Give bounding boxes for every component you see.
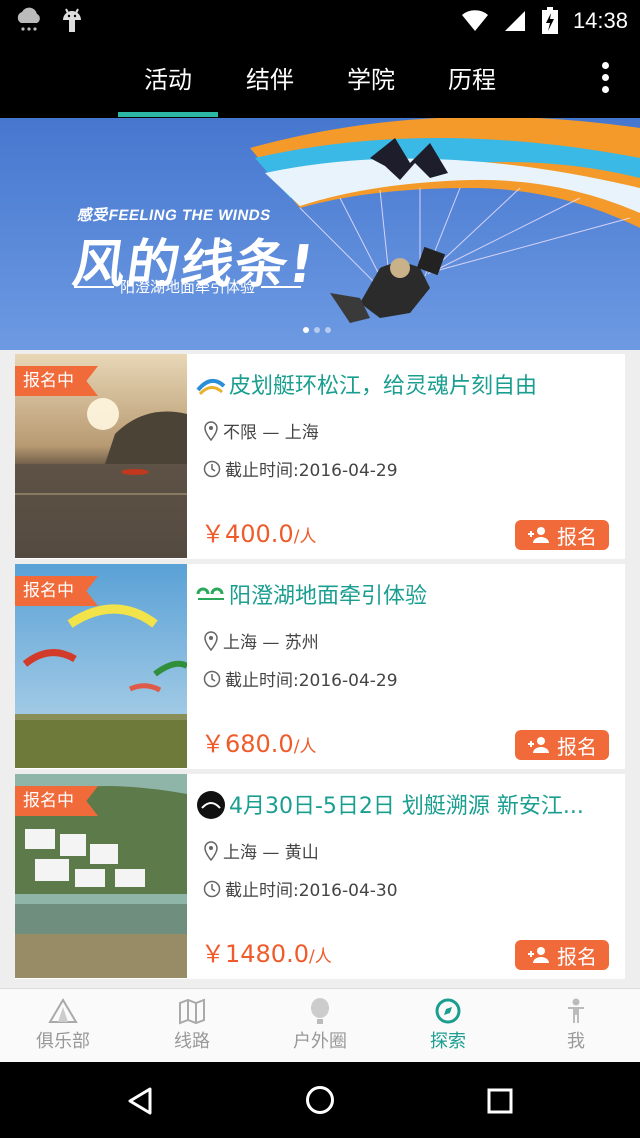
carousel-indicator <box>303 327 331 333</box>
carousel-dot <box>314 327 320 333</box>
activity-deadline: 截止时间:2016-04-29 <box>225 461 398 481</box>
nav-routes[interactable]: 线路 <box>137 997 247 1053</box>
tab-academy[interactable]: 学院 <box>321 60 421 118</box>
location-pin-icon <box>204 630 218 651</box>
price-value: ￥1480.0 <box>201 940 309 968</box>
person-icon <box>568 998 584 1023</box>
location-pin-icon <box>204 840 218 861</box>
top-tab-bar: 活动 结伴 学院 历程 <box>0 42 640 118</box>
activity-location-row: 上海 — 苏州 <box>203 628 319 653</box>
tab-activity[interactable]: 活动 <box>118 60 218 118</box>
carousel-dot <box>303 327 309 333</box>
activity-thumbnail: 报名中 <box>15 774 187 978</box>
carousel-dot <box>325 327 331 333</box>
signup-button[interactable]: 报名 <box>515 940 609 970</box>
price-unit: /人 <box>293 527 317 547</box>
club-logo-icon <box>197 791 225 819</box>
divider <box>261 285 302 288</box>
activity-location-row: 上海 — 黄山 <box>203 838 319 863</box>
map-icon <box>179 998 205 1025</box>
activity-location: 上海 — 黄山 <box>223 843 319 863</box>
nav-label: 户外圈 <box>293 1031 347 1052</box>
nav-label: 线路 <box>174 1031 210 1052</box>
price-value: ￥680.0 <box>201 730 294 758</box>
system-nav-bar <box>0 1062 640 1138</box>
activity-deadline: 截止时间:2016-04-29 <box>225 671 398 691</box>
add-person-icon <box>528 947 549 963</box>
nav-label: 探索 <box>430 1031 466 1052</box>
price-value: ￥400.0 <box>201 520 294 548</box>
status-badge: 报名中 <box>15 576 98 606</box>
active-tab-indicator <box>118 112 218 117</box>
compass-icon <box>435 998 461 1024</box>
status-bar: 14:38 <box>0 0 640 42</box>
activity-deadline-row: 截止时间:2016-04-30 <box>203 876 398 901</box>
signup-label: 报名 <box>557 524 597 549</box>
home-icon[interactable] <box>304 1084 336 1116</box>
activity-title: 4月30日-5日2日 划艇溯源 新安江... <box>229 794 584 819</box>
signup-button[interactable]: 报名 <box>515 730 609 760</box>
activity-card[interactable]: 报名中 4月30日-5日2日 划艇溯源 新安江... 上海 — 黄山 截止时间:… <box>15 774 625 979</box>
activity-thumbnail: 报名中 <box>15 564 187 768</box>
clock: 14:38 <box>572 8 628 33</box>
activity-title: 阳澄湖地面牵引体验 <box>229 584 428 609</box>
price-unit: /人 <box>308 947 332 967</box>
tab-history[interactable]: 历程 <box>422 60 522 118</box>
activity-card[interactable]: 报名中 皮划艇环松江，给灵魂片刻自由 不限 — 上海 截止时间:2016-04-… <box>15 354 625 559</box>
nav-label: 我 <box>567 1031 585 1052</box>
activity-deadline: 截止时间:2016-04-30 <box>225 881 398 901</box>
signup-label: 报名 <box>557 944 597 969</box>
activity-location-row: 不限 — 上海 <box>203 418 319 443</box>
wifi-icon <box>461 10 488 31</box>
signup-button[interactable]: 报名 <box>515 520 609 550</box>
tent-icon <box>48 998 78 1023</box>
more-menu-icon[interactable] <box>602 62 610 94</box>
nav-me[interactable]: 我 <box>521 997 631 1053</box>
nav-club[interactable]: 俱乐部 <box>8 997 118 1053</box>
recents-icon[interactable] <box>486 1087 514 1115</box>
promo-banner[interactable]: 感受FEELING THE WINDS 风的线条! 阳澄湖地面牵引体验 <box>0 118 640 350</box>
activity-location: 上海 — 苏州 <box>223 633 319 653</box>
activity-price: ￥680.0/人 <box>201 724 316 759</box>
add-person-icon <box>528 527 549 543</box>
activity-price: ￥400.0/人 <box>201 514 316 549</box>
weather-icon <box>17 7 40 31</box>
signal-icon <box>504 11 525 31</box>
status-badge: 报名中 <box>15 366 98 396</box>
bottom-nav: 俱乐部 线路 户外圈 探索 我 <box>0 988 640 1062</box>
club-logo-icon <box>196 587 224 600</box>
status-badge: 报名中 <box>15 786 98 816</box>
clock-icon <box>203 670 221 687</box>
android-icon <box>63 8 81 32</box>
back-icon[interactable] <box>126 1086 154 1116</box>
activity-thumbnail: 报名中 <box>15 354 187 558</box>
activity-title: 皮划艇环松江，给灵魂片刻自由 <box>229 374 538 399</box>
activity-deadline-row: 截止时间:2016-04-29 <box>203 666 398 691</box>
divider <box>74 285 114 288</box>
activity-price: ￥1480.0/人 <box>201 934 332 969</box>
clock-icon <box>203 880 221 897</box>
nav-label: 俱乐部 <box>36 1031 90 1052</box>
activity-location: 不限 — 上海 <box>223 423 319 443</box>
club-logo-icon <box>196 378 226 396</box>
clock-icon <box>203 460 221 477</box>
tab-companion[interactable]: 结伴 <box>220 60 320 118</box>
add-person-icon <box>528 737 549 753</box>
location-pin-icon <box>204 420 218 441</box>
balloon-icon <box>311 998 329 1024</box>
nav-outdoor-circle[interactable]: 户外圈 <box>265 997 375 1053</box>
nav-explore[interactable]: 探索 <box>393 997 503 1053</box>
banner-subtitle-row: 阳澄湖地面牵引体验 <box>74 276 302 297</box>
activity-card[interactable]: 报名中 阳澄湖地面牵引体验 上海 — 苏州 截止时间:2016-04-29 ￥6… <box>15 564 625 769</box>
price-unit: /人 <box>293 737 317 757</box>
battery-charging-icon <box>541 7 558 34</box>
activity-deadline-row: 截止时间:2016-04-29 <box>203 456 398 481</box>
signup-label: 报名 <box>557 734 597 759</box>
banner-subtitle: 阳澄湖地面牵引体验 <box>120 278 256 296</box>
